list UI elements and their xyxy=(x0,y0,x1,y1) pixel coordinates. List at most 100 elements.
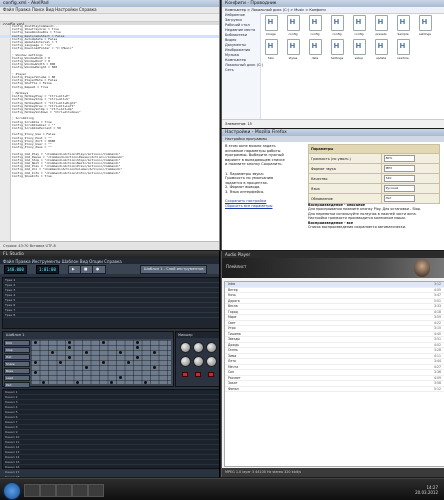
form-select[interactable]: 80% xyxy=(383,155,415,162)
file-item[interactable]: setup xyxy=(350,39,368,60)
step-note[interactable] xyxy=(59,361,62,364)
step-note[interactable] xyxy=(127,361,130,364)
nav-item[interactable]: Сеть xyxy=(222,68,260,73)
pattern-selector[interactable]: Шаблон 1 - Слой инструментов xyxy=(140,265,208,274)
start-button[interactable] xyxy=(3,482,21,500)
file-item[interactable]: config xyxy=(328,15,346,36)
file-name: settings xyxy=(419,32,431,36)
channel-button[interactable]: Pad xyxy=(4,382,30,388)
reverb-knob[interactable] xyxy=(193,356,204,367)
channel-row[interactable]: Канал 18 xyxy=(3,475,219,477)
file-item[interactable]: Skin xyxy=(262,39,280,60)
track-duration: 3:15 xyxy=(434,326,441,330)
file-item[interactable]: config xyxy=(306,15,324,36)
taskbar-app-player[interactable] xyxy=(88,484,104,497)
file-item[interactable]: config xyxy=(284,15,302,36)
playlist-row[interactable]: Финал 5:12 xyxy=(225,387,444,392)
file-item[interactable]: data xyxy=(306,39,324,60)
file-icon xyxy=(264,39,278,55)
step-note[interactable] xyxy=(135,356,139,359)
arm-indicator[interactable] xyxy=(208,372,214,377)
step-note[interactable] xyxy=(33,371,37,374)
file-item[interactable]: update xyxy=(372,39,390,60)
system-clock[interactable]: 14:27 20.03.2012 xyxy=(415,485,438,495)
file-item[interactable]: styles xyxy=(284,39,302,60)
file-item[interactable]: Sample xyxy=(394,15,412,36)
volume-knob[interactable] xyxy=(180,342,191,353)
mixer-panel: Микшер xyxy=(175,331,219,387)
file-explorer-window: Конфиги - Проводник Компьютер > Локальны… xyxy=(221,0,444,128)
taskbar-app-studio[interactable] xyxy=(72,484,88,497)
code-area[interactable]: Config_PostPlayCommand=... Config_ShowTra… xyxy=(0,25,219,242)
file-icon xyxy=(330,39,344,55)
pitch-knob[interactable] xyxy=(206,342,217,353)
file-name: config xyxy=(288,32,298,36)
pan-knob[interactable] xyxy=(193,342,204,353)
step-note[interactable] xyxy=(76,381,79,384)
step-note[interactable] xyxy=(33,341,37,344)
channel-button[interactable]: Kick xyxy=(4,340,30,346)
filter-knob[interactable] xyxy=(180,356,191,367)
record-button[interactable]: ● xyxy=(92,265,106,274)
browser-title: Настройки - Mozilla Firefox xyxy=(222,129,444,136)
playlist-track[interactable]: Трек 8 xyxy=(3,313,219,318)
file-item[interactable]: config xyxy=(350,15,368,36)
file-item[interactable]: Image xyxy=(262,15,280,36)
file-item[interactable]: settings xyxy=(416,15,434,36)
file-name: setup xyxy=(354,56,364,60)
step-note[interactable] xyxy=(67,341,71,344)
file-icon xyxy=(396,39,410,55)
step-note[interactable] xyxy=(101,341,105,344)
step-note[interactable] xyxy=(135,341,139,344)
channel-button[interactable]: Bass xyxy=(4,368,30,374)
step-note[interactable] xyxy=(152,351,156,354)
step-note[interactable] xyxy=(110,381,113,384)
track-duration: 4:05 xyxy=(434,287,441,292)
channel-button[interactable]: Hat xyxy=(4,354,30,360)
form-select[interactable]: MP3 xyxy=(383,165,415,172)
step-note[interactable] xyxy=(84,351,88,354)
track-title: Ветер xyxy=(228,287,238,292)
file-item[interactable]: presets xyxy=(372,15,390,36)
taskbar-app-browser[interactable] xyxy=(56,484,72,497)
step-note[interactable] xyxy=(50,351,54,354)
track-title: Звезды xyxy=(228,337,240,341)
step-note[interactable] xyxy=(67,356,71,359)
editor-menu[interactable]: Файл Правка Поиск Вид Настройки Справка xyxy=(0,7,219,14)
step-note[interactable] xyxy=(67,346,71,349)
step-note[interactable] xyxy=(152,366,156,369)
code-line[interactable]: Config_ShowInfo = True xyxy=(0,174,219,178)
mute-indicator[interactable] xyxy=(182,372,188,377)
file-name: Image xyxy=(266,32,276,36)
step-note[interactable] xyxy=(84,366,88,369)
form-select[interactable]: Русский xyxy=(383,185,415,192)
time-display: 1:01:00 xyxy=(36,265,59,274)
step-note[interactable] xyxy=(33,361,37,364)
channel-button[interactable]: Snare xyxy=(4,361,30,367)
channel-button[interactable]: Lead xyxy=(4,375,30,381)
channel-button[interactable]: Clap xyxy=(4,347,30,353)
form-select[interactable]: 320 xyxy=(383,175,415,182)
step-note[interactable] xyxy=(42,381,45,384)
file-grid: Image config config config config presets Samp… xyxy=(262,15,442,120)
step-note[interactable] xyxy=(118,351,122,354)
editor-toolbar[interactable] xyxy=(0,14,219,22)
file-name: data xyxy=(311,56,319,60)
form-select[interactable]: Нет xyxy=(383,195,415,202)
taskbar-app-editor[interactable] xyxy=(24,484,40,497)
tempo-display[interactable]: 140.000 xyxy=(4,265,27,274)
taskbar-app-explorer[interactable] xyxy=(40,484,56,497)
step-note[interactable] xyxy=(144,381,147,384)
form-header: Параметры xyxy=(308,144,440,154)
file-item[interactable]: Settings xyxy=(328,39,346,60)
step-note[interactable] xyxy=(101,361,105,364)
delay-knob[interactable] xyxy=(206,356,217,367)
step-grid[interactable] xyxy=(31,340,171,384)
file-item[interactable]: readme xyxy=(394,39,412,60)
step-note[interactable] xyxy=(135,346,139,349)
help-link[interactable]: Сбросить все параметры xyxy=(225,204,305,209)
step-note[interactable] xyxy=(118,376,122,379)
player-status: MPEG 1.0 layer 3 44100 Hz stereo 320 kbi… xyxy=(222,468,444,477)
browser-tab[interactable]: Настройки программы xyxy=(222,136,444,142)
solo-indicator[interactable] xyxy=(195,372,201,377)
